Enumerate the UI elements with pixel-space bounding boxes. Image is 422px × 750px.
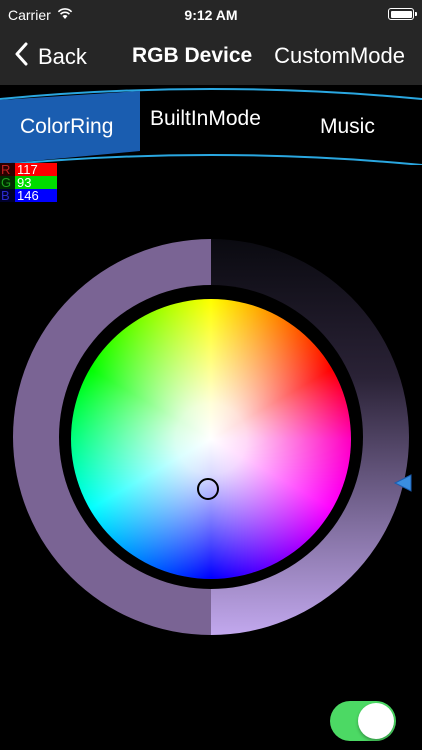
rgb-readout: R 117 G 93 B 146 xyxy=(0,163,57,202)
color-picker-indicator[interactable] xyxy=(197,478,219,500)
back-label: Back xyxy=(38,44,87,69)
navigation-bar: Back RGB Device CustomMode xyxy=(0,30,422,85)
blue-readout: B 146 xyxy=(0,189,57,202)
brightness-slider-handle[interactable] xyxy=(393,473,413,498)
toggle-knob xyxy=(358,703,394,739)
tab-music[interactable]: Music xyxy=(320,115,375,139)
blue-value: 146 xyxy=(15,189,57,202)
page-title: RGB Device xyxy=(132,44,253,67)
blue-label: B xyxy=(0,189,15,202)
hue-wheel[interactable] xyxy=(71,299,351,579)
tab-colorring[interactable]: ColorRing xyxy=(20,115,113,139)
status-bar: Carrier 9:12 AM xyxy=(0,0,422,30)
battery-icon xyxy=(388,8,417,20)
chevron-left-icon xyxy=(14,42,28,72)
status-time: 9:12 AM xyxy=(184,7,238,23)
app-screen: Carrier 9:12 AM Back RGB Device CustomMo… xyxy=(0,0,422,750)
custom-mode-button[interactable]: CustomMode xyxy=(274,43,405,69)
tab-builtinmode[interactable]: BuiltInMode xyxy=(150,107,261,131)
back-button[interactable]: Back xyxy=(14,42,87,72)
color-ring-area xyxy=(0,230,422,650)
mode-tabs: ColorRing BuiltInMode Music xyxy=(0,85,422,165)
power-toggle[interactable] xyxy=(330,701,396,741)
